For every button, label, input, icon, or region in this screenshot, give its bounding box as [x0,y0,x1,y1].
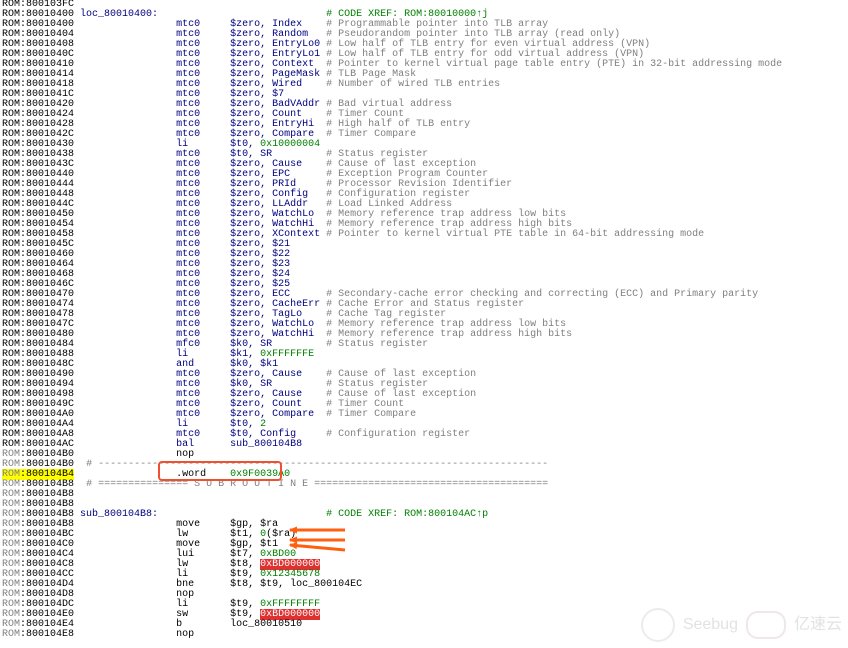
mnemonic: nop [176,629,230,640]
rom-prefix: ROM [2,629,20,640]
address: :800104E8 [20,629,74,640]
disassembly-listing[interactable]: ROM:800103FC ROM:80010400 loc_80010400: … [0,0,848,640]
comment: # Timer Compare [326,129,416,140]
asm-line[interactable]: ROM:800104B8 # =============== S U B R O… [2,480,846,490]
comment: # Status register [326,339,428,350]
asm-line[interactable]: ROM:800104B8 [2,490,846,500]
comment: # Number of wired TLB entries [326,79,500,90]
xref-comment: # CODE XREF: ROM:800104AC↑p [326,509,488,520]
operands: loc_80010510 [230,619,302,630]
comment: # Timer Compare [326,409,416,420]
comment: # Configuration register [326,429,470,440]
separator-comment: # =============== S U B R O U T I N E ==… [86,479,548,490]
asm-line[interactable]: ROM:800104E8 nop [2,630,846,640]
operands: sub_800104B8 [230,439,302,450]
operands: $t8, $t9, loc_800104EC [230,579,362,590]
comment: # Pointer to kernel virtual PTE table in… [326,229,704,240]
